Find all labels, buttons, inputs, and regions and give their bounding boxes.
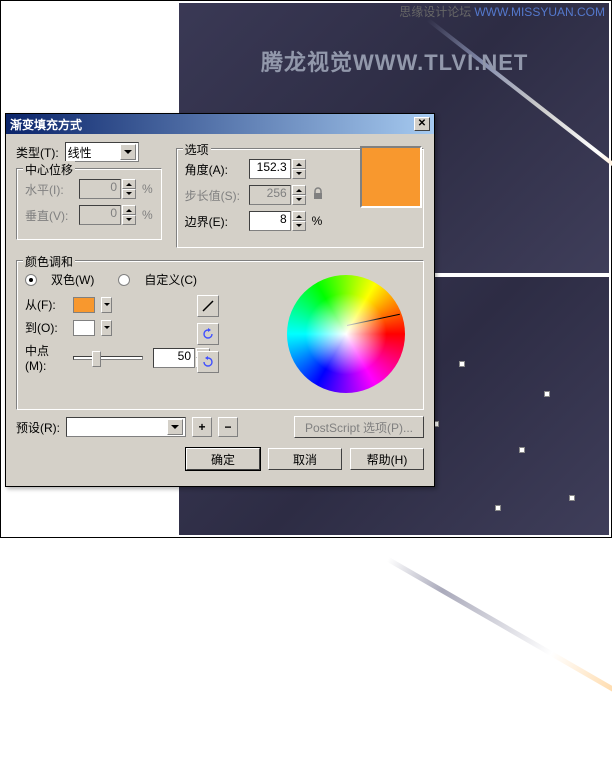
preset-label: 预设(R): [16,419,60,436]
type-value: 线性 [68,144,92,161]
midpoint-slider[interactable] [73,356,143,360]
dialog-titlebar[interactable]: 渐变填充方式 ✕ [6,114,434,134]
chevron-down-icon[interactable] [120,144,136,160]
spin-down [122,189,136,199]
spin-up [122,179,136,189]
chevron-down-icon[interactable] [101,297,112,313]
spin-down [292,195,306,205]
vert-spinner: 0 [79,205,136,225]
horiz-label: 水平(I): [25,181,73,198]
pct-label: % [312,214,323,228]
step-spinner: 256 [249,185,306,205]
chevron-down-icon[interactable] [101,320,112,336]
from-label: 从(F): [25,296,67,313]
from-color-chip[interactable] [73,297,95,313]
spin-up[interactable] [292,211,306,221]
center-offset-group: 中心位移 水平(I): 0 % 垂直(V): 0 [16,168,162,240]
preset-remove-button[interactable]: − [218,417,238,437]
ok-button[interactable]: 确定 [186,448,260,470]
horiz-spinner: 0 [79,179,136,199]
selection-handle[interactable] [544,391,550,397]
chevron-down-icon[interactable] [167,419,183,435]
selection-handle[interactable] [519,447,525,453]
dialog-title: 渐变填充方式 [10,116,82,133]
selection-handle[interactable] [569,495,575,501]
mid-value[interactable]: 50 [153,348,195,368]
cancel-button[interactable]: 取消 [268,448,342,470]
lock-icon[interactable] [312,187,324,203]
slider-thumb[interactable] [92,351,101,367]
options-title: 选项 [183,141,211,158]
edge-value[interactable]: 8 [249,211,291,231]
step-value: 256 [249,185,291,205]
blend-title: 颜色调和 [23,253,75,270]
pct-label: % [142,208,153,222]
close-button[interactable]: ✕ [414,117,430,131]
custom-radio[interactable] [118,274,130,286]
vert-label: 垂直(V): [25,207,73,224]
direct-path-button[interactable] [197,295,219,317]
spin-down[interactable] [292,169,306,179]
horiz-value: 0 [79,179,121,199]
center-offset-title: 中心位移 [23,161,75,178]
vert-value: 0 [79,205,121,225]
gradient-fill-dialog: 渐变填充方式 ✕ 类型(T): 线性 中心位移 水平(I): [5,113,435,487]
step-label: 步长值(S): [185,187,243,204]
preset-combo[interactable] [66,417,186,437]
angle-label: 角度(A): [185,161,243,178]
watermark-link[interactable]: WWW.MISSYUAN.COM [474,5,605,19]
edge-label: 边界(E): [185,213,243,230]
ccw-path-button[interactable] [197,323,219,345]
to-label: 到(O): [25,319,67,336]
edge-spinner[interactable]: 8 [249,211,306,231]
selection-handle[interactable] [459,361,465,367]
comet-graphic-bottom[interactable] [387,557,612,771]
postscript-options-button: PostScript 选项(P)... [294,416,424,438]
color-wheel[interactable] [287,275,405,393]
type-label: 类型(T): [16,144,59,161]
two-color-label: 双色(W) [51,271,94,288]
spin-up [292,185,306,195]
angle-spinner[interactable]: 152.3 [249,159,306,179]
color-wheel-indicator [347,314,400,326]
watermark-center: 腾龙视觉WWW.TLVI.NET [261,45,528,77]
spin-down[interactable] [292,221,306,231]
spin-down [122,215,136,225]
watermark-source: 思缘设计论坛 WWW.MISSYUAN.COM [399,3,605,20]
preview-swatch [360,146,422,208]
angle-value[interactable]: 152.3 [249,159,291,179]
selection-handle[interactable] [495,505,501,511]
help-button[interactable]: 帮助(H) [350,448,424,470]
two-color-radio[interactable] [25,274,37,286]
type-combo[interactable]: 线性 [65,142,139,162]
to-color-chip[interactable] [73,320,95,336]
spin-up[interactable] [292,159,306,169]
pct-label: % [142,182,153,196]
custom-label: 自定义(C) [144,271,197,288]
spin-up [122,205,136,215]
cw-path-button[interactable] [197,351,219,373]
color-blend-group: 颜色调和 双色(W) 自定义(C) 从(F): 到(O): 中点(M): 50 [16,260,424,410]
preset-add-button[interactable]: + [192,417,212,437]
mid-label: 中点(M): [25,342,67,373]
